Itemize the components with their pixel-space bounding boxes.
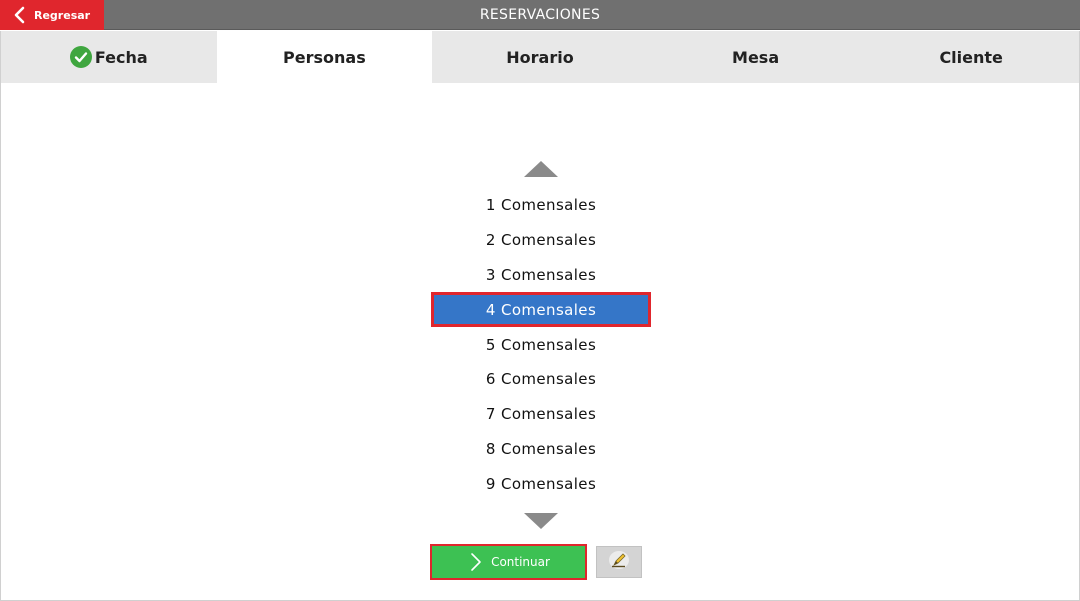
main-content: 1 Comensales 2 Comensales 3 Comensales 4… [0,83,1080,601]
guest-count-list: 1 Comensales 2 Comensales 3 Comensales 4… [431,188,651,501]
guest-option[interactable]: 6 Comensales [431,362,651,397]
tab-mesa[interactable]: Mesa [648,31,864,83]
chevron-right-icon [467,552,485,572]
tab-horario[interactable]: Horario [432,31,648,83]
page-title: RESERVACIONES [479,7,601,23]
guest-option[interactable]: 5 Comensales [431,327,651,362]
tab-cliente[interactable]: Cliente [863,31,1079,83]
pencil-icon [608,550,630,574]
tab-fecha[interactable]: Fecha [1,31,217,83]
guest-option[interactable]: 9 Comensales [431,466,651,501]
scroll-down-arrow-icon[interactable] [523,512,559,530]
tab-label: Horario [506,47,574,67]
step-tabs: Fecha Personas Horario Mesa Cliente [0,31,1080,83]
tab-label: Mesa [732,47,780,67]
check-icon [69,46,92,68]
guest-option[interactable]: 8 Comensales [431,432,651,467]
guest-option-selected[interactable]: 4 Comensales [431,292,651,328]
guest-option[interactable]: 1 Comensales [431,188,651,223]
back-button[interactable]: Regresar [0,0,104,30]
scroll-up-arrow-icon[interactable] [523,160,559,178]
tab-label: Cliente [939,47,1003,67]
tab-personas[interactable]: Personas [216,31,433,83]
edit-button[interactable] [596,546,642,578]
guest-option[interactable]: 2 Comensales [431,223,651,258]
continue-button[interactable]: Continuar [430,544,587,580]
tab-label: Fecha [94,47,148,67]
guest-option[interactable]: 3 Comensales [431,258,651,293]
chevron-left-icon [6,0,32,30]
title-bar: RESERVACIONES Regresar [0,0,1080,30]
back-button-label: Regresar [34,8,91,22]
continue-button-label: Continuar [491,555,550,569]
tab-label: Personas [283,47,366,67]
guest-option[interactable]: 7 Comensales [431,397,651,432]
